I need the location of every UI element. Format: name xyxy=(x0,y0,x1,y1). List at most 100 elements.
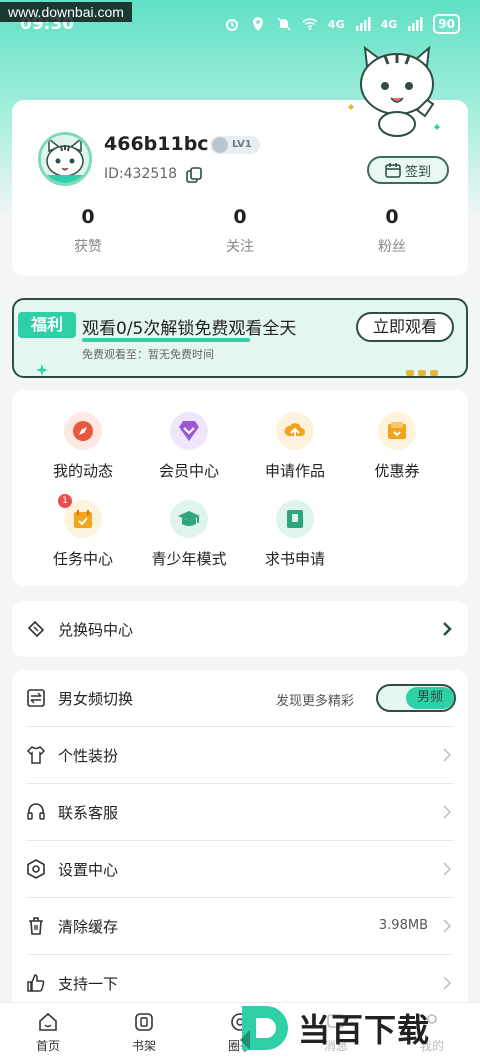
coupon-icon xyxy=(388,422,406,439)
promo-decoration xyxy=(406,370,438,376)
headset-icon xyxy=(27,803,45,820)
chevron-right-icon xyxy=(443,862,452,876)
chevron-right-icon xyxy=(443,976,452,990)
cache-size: 3.98MB xyxy=(378,918,428,933)
list-item-label: 个性装扮 xyxy=(58,747,119,765)
grid-item-vip-center[interactable]: 会员中心 xyxy=(134,412,244,481)
grid-label: 求书申请 xyxy=(264,550,325,568)
logo-text: 当百下载 xyxy=(298,1011,431,1049)
stat-likes[interactable]: 0 获赞 xyxy=(12,206,164,256)
grid-label: 我的动态 xyxy=(52,462,113,480)
stat-label: 获赞 xyxy=(74,239,102,255)
cat-avatar-icon xyxy=(41,135,89,183)
signal-icon xyxy=(355,17,371,31)
list-item-clear-cache[interactable]: 清除缓存 3.98MB xyxy=(12,898,468,955)
checkin-label: 签到 xyxy=(404,164,431,180)
site-logo-overlay: 当百下载 xyxy=(236,998,480,1058)
grid-label: 申请作品 xyxy=(264,462,325,480)
promo-banner[interactable]: 福利 观看0/5次解锁免费观看全天 免费观看至：暂无免费时间 立即观看 xyxy=(12,298,468,378)
book-request-icon xyxy=(287,510,303,528)
nav-home[interactable]: 首页 xyxy=(0,1003,96,1058)
network-2: 4G xyxy=(380,17,398,31)
grid-item-apply-work[interactable]: 申请作品 xyxy=(240,412,350,481)
checkin-button[interactable]: 签到 xyxy=(367,156,449,184)
gender-switch-label: 男女频切换 xyxy=(58,690,134,708)
profile-stats: 0 获赞 0 关注 0 粉丝 xyxy=(12,206,468,256)
compass-icon xyxy=(73,421,93,441)
list-item-label: 联系客服 xyxy=(58,804,119,822)
settings-list: 男女频切换 发现更多精彩 男频 个性装扮 联系客服 设置中心 清除缓存 3.98… xyxy=(12,670,468,1010)
username: 466b11bc xyxy=(104,133,209,155)
list-item-label: 设置中心 xyxy=(58,861,119,879)
shirt-icon xyxy=(26,746,46,764)
signal-icon xyxy=(408,17,423,31)
level-icon xyxy=(212,137,228,153)
list-item-customer-service[interactable]: 联系客服 xyxy=(12,784,468,841)
task-calendar-icon xyxy=(74,510,92,528)
grid-item-book-request[interactable]: 求书申请 xyxy=(240,500,350,569)
location-icon xyxy=(252,17,263,31)
grid-label: 优惠券 xyxy=(374,462,420,480)
chevron-right-icon xyxy=(443,919,452,933)
avatar[interactable] xyxy=(38,132,92,186)
stat-label: 关注 xyxy=(226,239,254,255)
feature-grid: 我的动态 会员中心 申请作品 优惠券 1 任务中心 青少年模式 求书申请 xyxy=(12,390,468,586)
sparkle-icon xyxy=(36,364,48,376)
list-item-theme[interactable]: 个性装扮 xyxy=(12,727,468,784)
stat-followers[interactable]: 0 粉丝 xyxy=(316,206,468,256)
copy-icon[interactable] xyxy=(186,167,202,183)
swap-icon xyxy=(27,689,45,707)
mute-icon xyxy=(277,17,291,31)
gender-switch-row: 男女频切换 发现更多精彩 男频 xyxy=(12,670,468,727)
bookshelf-icon xyxy=(135,1013,153,1031)
upload-cloud-icon xyxy=(284,423,305,440)
grid-item-teen-mode[interactable]: 青少年模式 xyxy=(134,500,244,569)
ticket-icon xyxy=(27,620,45,638)
thumbs-up-icon xyxy=(27,974,45,992)
gender-switch-hint: 发现更多精彩 xyxy=(276,694,355,709)
grid-label: 会员中心 xyxy=(158,462,219,480)
chevron-right-icon xyxy=(443,805,452,819)
logo-d-icon xyxy=(240,1006,288,1050)
stat-value: 0 xyxy=(233,206,247,228)
user-id: ID:432518 xyxy=(104,166,178,182)
grid-item-coupons[interactable]: 优惠券 xyxy=(342,412,452,481)
nav-label: 书架 xyxy=(131,1039,156,1053)
stat-value: 0 xyxy=(81,206,95,228)
chevron-right-icon xyxy=(443,622,452,636)
chevron-right-icon xyxy=(443,748,452,762)
promo-tag: 福利 xyxy=(18,312,76,338)
promo-progress-bar xyxy=(82,338,250,342)
gender-toggle-value: 男频 xyxy=(406,687,454,709)
network-1: 4G xyxy=(327,17,345,31)
calendar-icon xyxy=(385,163,401,178)
watch-now-button[interactable]: 立即观看 xyxy=(356,312,454,342)
notification-badge: 1 xyxy=(58,494,72,508)
level-label: LV1 xyxy=(232,139,252,150)
home-icon xyxy=(39,1012,57,1031)
watermark: www.downbai.com xyxy=(0,2,132,22)
list-item-settings[interactable]: 设置中心 xyxy=(12,841,468,898)
status-icons: 4G 4G 90 xyxy=(224,14,460,34)
list-item-label: 支持一下 xyxy=(58,975,119,993)
gender-toggle[interactable]: 男频 xyxy=(376,684,456,712)
stat-following[interactable]: 0 关注 xyxy=(164,206,316,256)
redeem-code-row[interactable]: 兑换码中心 xyxy=(12,601,468,657)
stat-value: 0 xyxy=(385,206,399,228)
alarm-icon xyxy=(225,19,238,31)
promo-title: 观看0/5次解锁免费观看全天 xyxy=(82,319,297,339)
nav-bookshelf[interactable]: 书架 xyxy=(96,1003,192,1058)
grid-item-task-center[interactable]: 1 任务中心 xyxy=(28,494,138,569)
wifi-icon xyxy=(302,18,318,31)
grid-label: 任务中心 xyxy=(52,550,113,568)
gear-icon xyxy=(27,859,45,879)
promo-subtitle: 免费观看至：暂无免费时间 xyxy=(82,348,214,361)
graduation-cap-icon xyxy=(178,511,200,526)
nav-label: 首页 xyxy=(35,1039,60,1053)
grid-item-my-posts[interactable]: 我的动态 xyxy=(28,412,138,481)
list-item-label: 清除缓存 xyxy=(58,918,119,936)
cat-mascot-image xyxy=(348,45,440,137)
stat-label: 粉丝 xyxy=(378,239,406,255)
battery-indicator: 90 xyxy=(433,14,460,34)
redeem-label: 兑换码中心 xyxy=(58,621,134,639)
